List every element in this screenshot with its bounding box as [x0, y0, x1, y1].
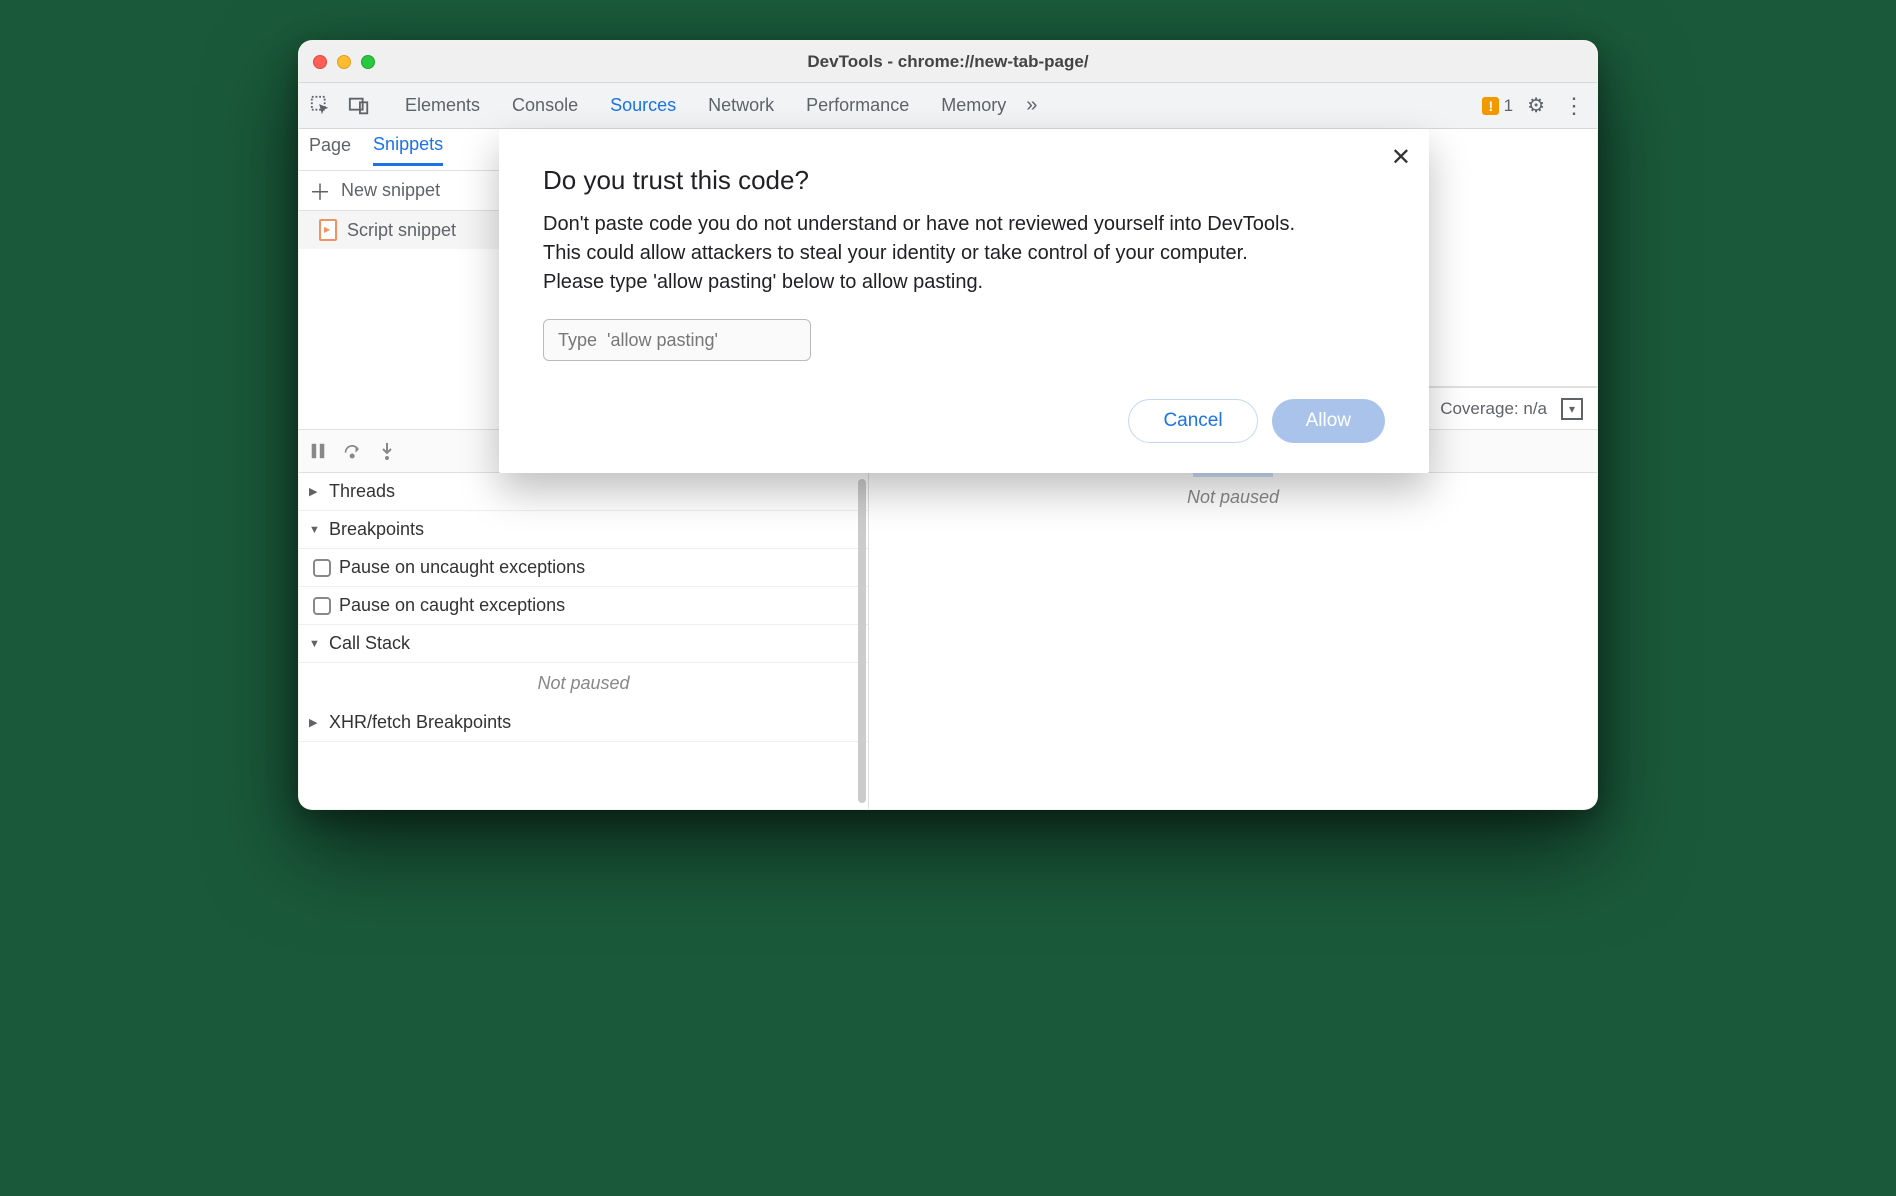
checkbox-label: Pause on uncaught exceptions: [339, 557, 585, 578]
dialog-close-icon[interactable]: ✕: [1391, 143, 1411, 172]
pane-label: Threads: [329, 481, 395, 502]
pane-label: Call Stack: [329, 633, 410, 654]
pause-icon[interactable]: [309, 442, 327, 460]
pane-label: XHR/fetch Breakpoints: [329, 712, 511, 733]
call-stack-status: Not paused: [299, 663, 868, 704]
snippet-item-label: Script snippet: [347, 220, 456, 241]
pane-breakpoints[interactable]: ▼ Breakpoints: [299, 511, 868, 549]
new-snippet-label[interactable]: New snippet: [341, 180, 440, 201]
coverage-toggle-icon[interactable]: ▾: [1561, 398, 1583, 420]
collapse-icon: ▼: [309, 638, 321, 650]
more-tabs-chevron-icon[interactable]: »: [1026, 94, 1037, 117]
checkbox-pause-uncaught[interactable]: Pause on uncaught exceptions: [299, 549, 868, 587]
scope-watch-pane: Not paused: [869, 473, 1597, 809]
pane-threads[interactable]: ▶ Threads: [299, 473, 868, 511]
tab-elements[interactable]: Elements: [403, 85, 482, 126]
tab-sources[interactable]: Sources: [608, 85, 678, 126]
zoom-window-button[interactable]: [361, 55, 375, 69]
pane-xhr-breakpoints[interactable]: ▶ XHR/fetch Breakpoints: [299, 704, 868, 742]
not-paused-label: Not paused: [1187, 487, 1279, 508]
new-snippet-plus-icon[interactable]: ＋: [309, 175, 331, 207]
warning-count: 1: [1504, 96, 1513, 115]
trust-code-dialog: ✕ Do you trust this code? Don't paste co…: [499, 129, 1429, 473]
allow-pasting-input[interactable]: [543, 319, 811, 361]
tab-console[interactable]: Console: [510, 85, 580, 126]
settings-gear-icon[interactable]: ⚙: [1527, 93, 1545, 118]
pane-call-stack[interactable]: ▼ Call Stack: [299, 625, 868, 663]
snippet-file-icon: [319, 219, 337, 241]
window-title: DevTools - chrome://new-tab-page/: [299, 52, 1597, 72]
tab-network[interactable]: Network: [706, 85, 776, 126]
pane-label: Breakpoints: [329, 519, 424, 540]
scrollbar[interactable]: [858, 479, 866, 803]
main-tabstrip: Elements Console Sources Network Perform…: [299, 83, 1597, 129]
allow-button[interactable]: Allow: [1272, 399, 1385, 443]
window-controls: [313, 55, 375, 69]
expand-icon: ▶: [309, 485, 321, 498]
inspect-element-icon[interactable]: [307, 92, 335, 120]
titlebar: DevTools - chrome://new-tab-page/: [299, 41, 1597, 83]
collapse-icon: ▼: [309, 524, 321, 536]
more-menu-icon[interactable]: ⋮: [1559, 93, 1589, 119]
sidebar-tab-snippets[interactable]: Snippets: [373, 134, 443, 166]
expand-icon: ▶: [309, 716, 321, 729]
device-toolbar-icon[interactable]: [345, 92, 373, 120]
minimize-window-button[interactable]: [337, 55, 351, 69]
main-tabs: Elements Console Sources Network Perform…: [403, 85, 1008, 126]
tab-memory[interactable]: Memory: [939, 85, 1008, 126]
tab-performance[interactable]: Performance: [804, 85, 911, 126]
step-over-icon[interactable]: [343, 442, 363, 460]
warning-badge[interactable]: ! 1: [1482, 96, 1513, 116]
sidebar-tab-page[interactable]: Page: [309, 135, 351, 164]
checkbox-label: Pause on caught exceptions: [339, 595, 565, 616]
debugger-panes: ▶ Threads ▼ Breakpoints Pause on uncaugh…: [299, 473, 869, 809]
close-window-button[interactable]: [313, 55, 327, 69]
dialog-title: Do you trust this code?: [543, 165, 1385, 196]
checkbox-icon[interactable]: [313, 559, 331, 577]
cancel-button[interactable]: Cancel: [1128, 399, 1257, 443]
step-into-icon[interactable]: [379, 441, 395, 461]
coverage-label: Coverage: n/a: [1440, 399, 1547, 419]
devtools-window: DevTools - chrome://new-tab-page/ Elemen…: [298, 40, 1598, 810]
checkbox-pause-caught[interactable]: Pause on caught exceptions: [299, 587, 868, 625]
checkbox-icon[interactable]: [313, 597, 331, 615]
dialog-body: Don't paste code you do not understand o…: [543, 210, 1303, 297]
